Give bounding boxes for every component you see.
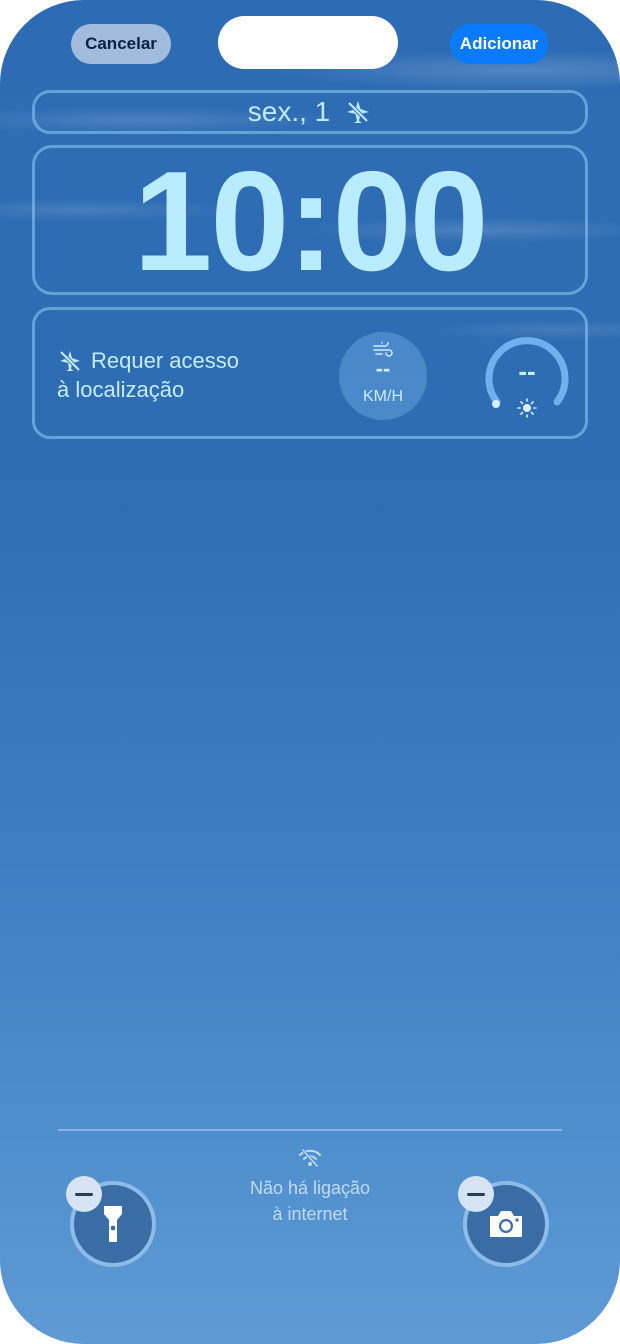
location-line2: à localização <box>57 377 185 402</box>
no-internet-notice: Não há ligação à internet <box>210 1148 410 1227</box>
add-button[interactable]: Adicionar <box>450 24 548 64</box>
clock-slot[interactable]: 10:00 <box>32 145 588 295</box>
camera-icon <box>490 1211 522 1237</box>
location-required-widget: Requer acesso à localização <box>57 346 239 404</box>
location-line1: Requer acesso <box>91 348 239 373</box>
minus-icon <box>467 1192 485 1196</box>
remove-flashlight-button[interactable] <box>66 1176 102 1212</box>
no-internet-line2: à internet <box>272 1204 348 1224</box>
date-row: sex., 1 <box>35 93 585 131</box>
date-label: sex., 1 <box>247 96 331 127</box>
wind-unit: KM/H <box>363 388 403 405</box>
uv-value: -- <box>518 356 536 386</box>
wifi-slash-icon <box>299 1149 321 1167</box>
widgets-slot[interactable]: Requer acesso à localização -- KM/H -- <box>32 307 588 439</box>
sun-icon <box>517 398 537 418</box>
date-widget-slot[interactable]: sex., 1 <box>32 90 588 134</box>
airplane-slash-icon <box>347 101 370 123</box>
dynamic-island <box>218 16 398 69</box>
flashlight-icon <box>104 1206 122 1242</box>
minus-icon <box>75 1192 93 1196</box>
location-slash-icon <box>59 350 81 371</box>
remove-camera-button[interactable] <box>458 1176 494 1212</box>
lock-screen-editor: Cancelar Adicionar sex., 1 10:00 Requer <box>0 0 620 1344</box>
wind-widget: -- KM/H <box>339 332 427 420</box>
no-internet-line1: Não há ligação <box>249 1178 371 1198</box>
cancel-button[interactable]: Cancelar <box>71 24 171 64</box>
wind-value: -- <box>375 356 391 381</box>
bottom-divider <box>58 1129 562 1131</box>
clock-time: 10:00 <box>133 142 488 301</box>
